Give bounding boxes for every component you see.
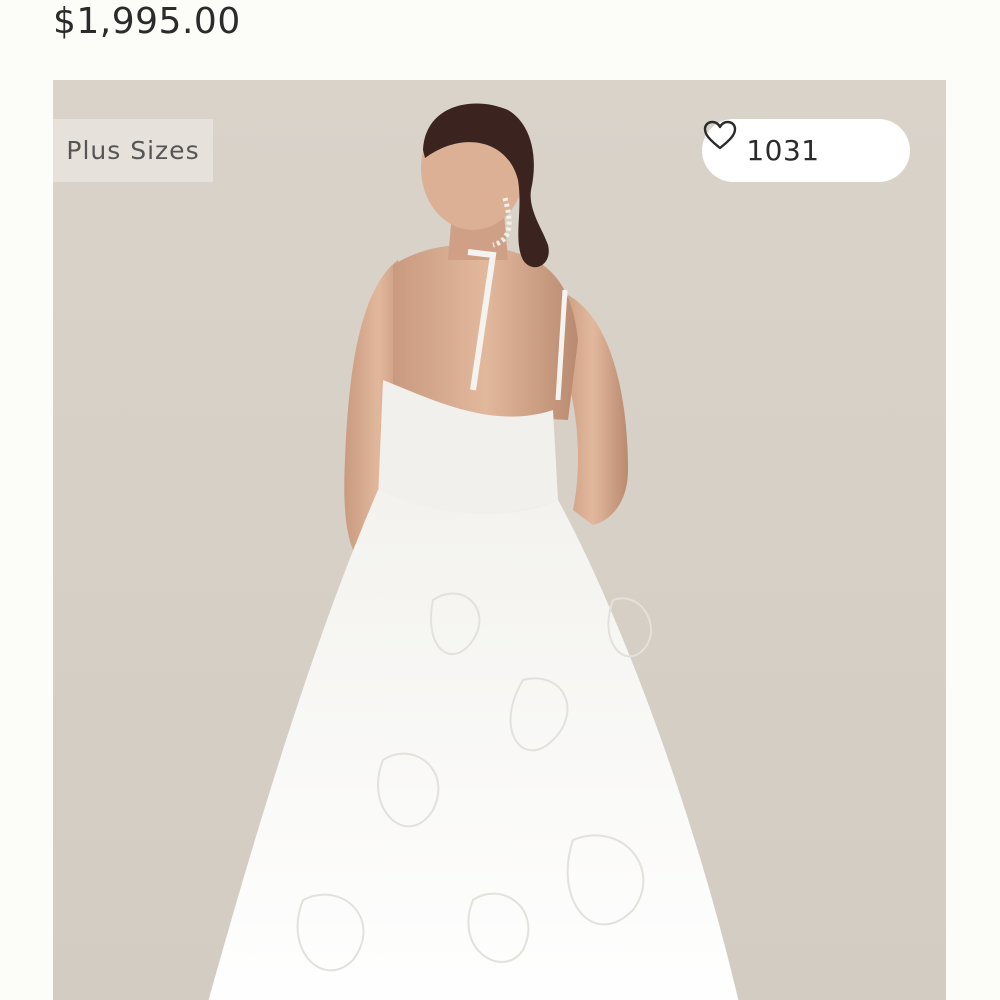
heart-outline-icon: [703, 120, 866, 167]
badge-label: Plus Sizes: [66, 136, 200, 165]
plus-sizes-badge: Plus Sizes: [53, 119, 213, 182]
back: [393, 244, 578, 420]
favorite-button[interactable]: 1031: [702, 119, 910, 182]
likes-count: 1031: [746, 134, 820, 167]
dress-skirt: [208, 490, 739, 1000]
product-image[interactable]: Plus Sizes 1031: [53, 80, 946, 1000]
model-illustration: [208, 103, 739, 1000]
product-page: $1,995.00 Plus Sizes 1031: [0, 0, 1000, 1000]
product-price: $1,995.00: [53, 1, 241, 42]
